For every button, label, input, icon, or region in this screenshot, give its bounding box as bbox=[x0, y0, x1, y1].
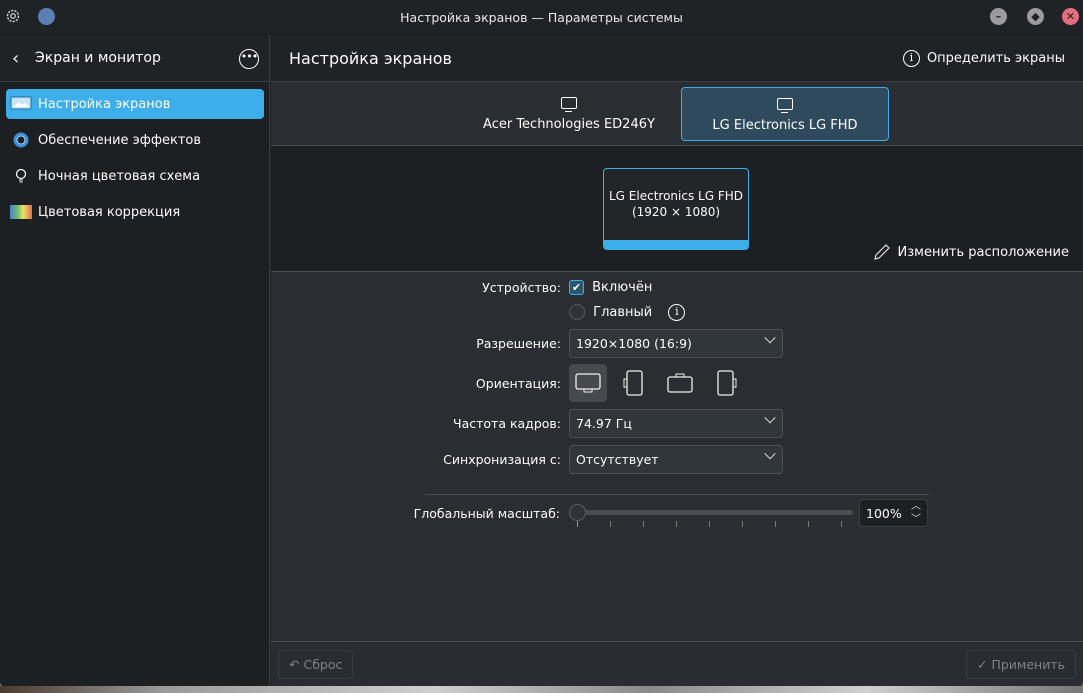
separator bbox=[425, 494, 929, 495]
reset-button[interactable]: ↶ Сброс bbox=[278, 650, 354, 679]
slider-track bbox=[577, 510, 853, 515]
back-icon[interactable]: ‹ bbox=[12, 48, 19, 69]
lightbulb-icon bbox=[10, 168, 32, 184]
page-title: Настройка экранов bbox=[289, 49, 452, 68]
apply-label: Применить bbox=[991, 657, 1065, 672]
undo-icon: ↶ bbox=[289, 657, 300, 672]
sidebar-item-label: Обеспечение эффектов bbox=[38, 132, 202, 148]
scale-slider[interactable] bbox=[569, 504, 853, 527]
refresh-rate-dropdown[interactable]: 74.97 Гц bbox=[569, 408, 783, 438]
resolution-value: 1920×1080 (16:9) bbox=[576, 335, 692, 351]
enabled-checkbox[interactable]: ✔ Включён bbox=[569, 279, 653, 295]
chevron-down-icon bbox=[764, 411, 776, 423]
minimize-button[interactable]: – bbox=[990, 8, 1007, 25]
scale-label: Глобальный масштаб: bbox=[413, 505, 560, 521]
info-icon[interactable]: i bbox=[668, 303, 686, 321]
resolution-dropdown[interactable]: 1920×1080 (16:9) bbox=[569, 328, 783, 358]
footer: ↶ Сброс ✓ Применить bbox=[271, 641, 1083, 687]
sidebar-item-label: Цветовая коррекция bbox=[38, 204, 181, 220]
tab-lg[interactable]: LG Electronics LG FHD bbox=[681, 87, 889, 141]
sidebar-item-night-color[interactable]: Ночная цветовая схема bbox=[6, 161, 264, 191]
slider-tick bbox=[841, 521, 842, 527]
slider-tick bbox=[742, 521, 743, 527]
sync-dropdown[interactable]: Отсутствует bbox=[569, 444, 783, 474]
slider-tick bbox=[709, 521, 710, 527]
orientation-portrait-left-button[interactable] bbox=[615, 364, 653, 402]
slider-tick bbox=[775, 521, 776, 527]
preview-name: LG Electronics LG FHD bbox=[609, 189, 743, 203]
display-icon bbox=[10, 96, 32, 112]
main-panel: Настройка экранов i Определить экраны Ace… bbox=[271, 35, 1083, 687]
slider-thumb[interactable] bbox=[569, 504, 586, 521]
title-bar: Настройка экранов — Параметры системы – … bbox=[0, 0, 1083, 35]
preview-resolution: (1920 × 1080) bbox=[631, 205, 721, 219]
chevron-down-icon bbox=[764, 447, 776, 459]
check-icon: ✔ bbox=[569, 279, 584, 295]
sidebar-item-display-config[interactable]: Настройка экранов bbox=[6, 89, 264, 119]
compositor-gear-icon bbox=[10, 132, 32, 148]
reset-label: Сброс bbox=[303, 657, 343, 672]
orientation-portrait-right-button[interactable] bbox=[707, 364, 745, 402]
slider-tick bbox=[643, 521, 644, 527]
enabled-label: Включён bbox=[592, 279, 653, 295]
landscape-icon bbox=[575, 373, 601, 393]
scale-spinbox[interactable]: 100% ︿ ﹀ bbox=[859, 499, 928, 527]
close-button[interactable]: ✕ bbox=[1062, 8, 1079, 25]
slider-tick bbox=[808, 521, 809, 527]
primary-radio[interactable]: Главный i bbox=[569, 303, 686, 321]
sidebar-title: Экран и монитор bbox=[35, 50, 161, 66]
primary-indicator-bar bbox=[604, 240, 748, 249]
desktop-wallpaper bbox=[0, 686, 1083, 693]
sync-value: Отсутствует bbox=[576, 451, 659, 467]
apply-button[interactable]: ✓ Применить bbox=[966, 650, 1076, 679]
edit-layout-label: Изменить расположение bbox=[897, 244, 1070, 260]
sidebar-item-effects[interactable]: Обеспечение эффектов bbox=[6, 125, 264, 155]
check-icon: ✓ bbox=[977, 657, 988, 672]
orientation-landscape-button[interactable] bbox=[569, 364, 607, 402]
tab-label: LG Electronics LG FHD bbox=[712, 118, 858, 133]
color-palette-icon bbox=[10, 204, 32, 220]
identify-label: Определить экраны bbox=[926, 51, 1065, 66]
settings-window: Настройка экранов — Параметры системы – … bbox=[0, 0, 1083, 687]
identify-screens-button[interactable]: i Определить экраны bbox=[902, 50, 1065, 67]
resolution-label: Разрешение: bbox=[476, 335, 561, 351]
slider-tick bbox=[676, 521, 677, 527]
edit-layout-button[interactable]: Изменить расположение bbox=[872, 242, 1070, 262]
spin-arrows-icon[interactable]: ︿ ﹀ bbox=[911, 500, 921, 526]
tab-acer[interactable]: Acer Technologies ED246Y bbox=[465, 87, 673, 141]
output-preview-lg[interactable]: LG Electronics LG FHD (1920 × 1080) bbox=[603, 168, 749, 250]
radio-circle bbox=[569, 304, 585, 320]
window-title: Настройка экранов — Параметры системы bbox=[400, 10, 683, 25]
maximize-button[interactable]: ◆ bbox=[1027, 8, 1044, 25]
sidebar: ‹ Экран и монитор ••• Настройка экранов … bbox=[0, 35, 270, 687]
sidebar-item-label: Настройка экранов bbox=[38, 96, 171, 112]
portrait-right-icon bbox=[717, 370, 737, 396]
sidebar-item-label: Ночная цветовая схема bbox=[38, 168, 201, 184]
device-label: Устройство: bbox=[482, 279, 561, 295]
output-tabs: Acer Technologies ED246Y LG Electronics … bbox=[271, 82, 1083, 146]
refresh-rate-value: 74.97 Гц bbox=[576, 415, 632, 431]
scale-value: 100% bbox=[866, 506, 902, 521]
sidebar-item-color-correction[interactable]: Цветовая коррекция bbox=[6, 197, 264, 227]
slider-tick bbox=[610, 521, 611, 527]
orientation-inverted-button[interactable] bbox=[661, 364, 699, 402]
monitor-icon bbox=[561, 97, 577, 112]
refresh-rate-label: Частота кадров: bbox=[453, 415, 561, 431]
screen-layout-preview: LG Electronics LG FHD (1920 × 1080) Изме… bbox=[271, 146, 1083, 272]
info-icon: i bbox=[902, 50, 920, 67]
inverted-icon bbox=[667, 373, 693, 393]
orientation-label: Ориентация: bbox=[475, 375, 561, 391]
tab-label: Acer Technologies ED246Y bbox=[483, 117, 655, 132]
more-options-icon[interactable]: ••• bbox=[239, 49, 259, 69]
sync-label: Синхронизация с: bbox=[443, 451, 561, 467]
chevron-down-icon bbox=[764, 331, 776, 343]
monitor-icon bbox=[777, 98, 793, 113]
slider-tick bbox=[577, 521, 578, 527]
portrait-left-icon bbox=[623, 370, 643, 396]
primary-label: Главный bbox=[593, 304, 653, 320]
pencil-icon bbox=[873, 244, 890, 260]
